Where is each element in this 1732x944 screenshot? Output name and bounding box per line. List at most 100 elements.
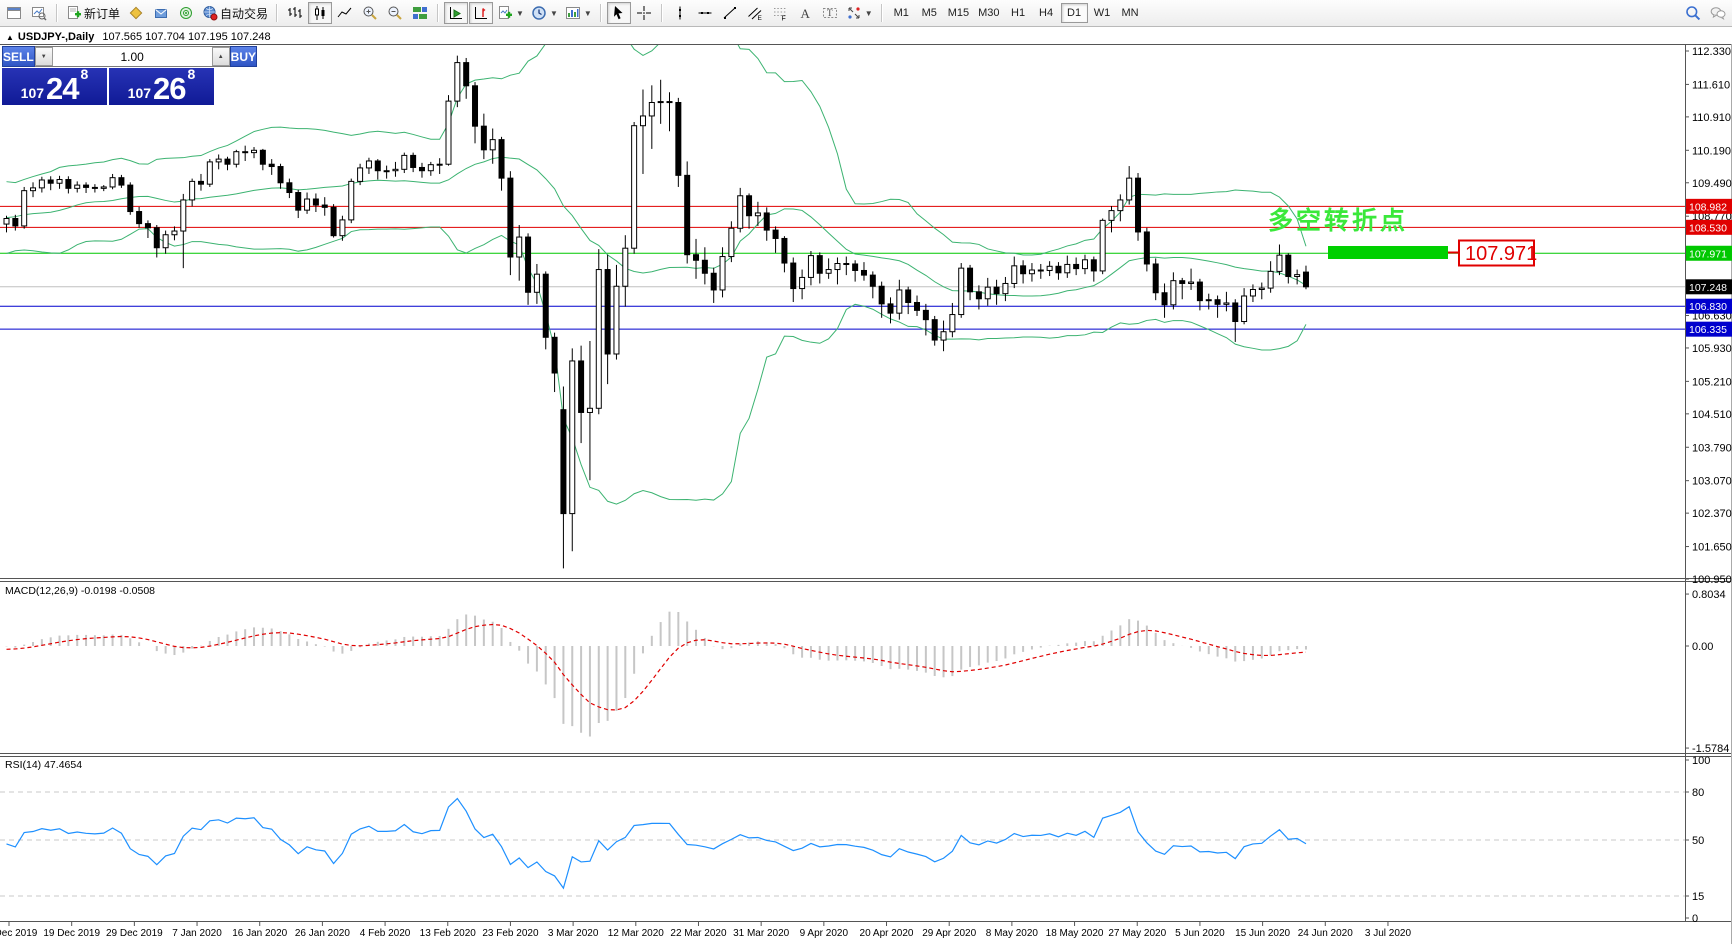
candle <box>586 407 593 413</box>
crosshair-icon[interactable] <box>632 2 656 24</box>
highlight-trend-segment[interactable] <box>1328 246 1448 259</box>
candle <box>242 151 249 154</box>
auto-scroll-icon[interactable] <box>444 2 469 24</box>
search-icon[interactable] <box>1681 2 1705 24</box>
annotation-text[interactable]: 多空转折点 <box>1268 206 1408 235</box>
sell-price-button[interactable]: 107 24 8 <box>2 67 107 106</box>
svg-text:26 Jan 2020: 26 Jan 2020 <box>295 928 350 939</box>
dropdown-caret-icon[interactable]: ▼ <box>516 9 524 18</box>
autotrading-button[interactable]: 自动交易 <box>199 2 271 24</box>
equidistant-channel-icon[interactable]: E <box>743 2 767 24</box>
timeframe-h1[interactable]: H1 <box>1005 3 1032 23</box>
sell-price-prefix: 107 <box>20 85 45 101</box>
zoom-out-icon[interactable] <box>383 2 407 24</box>
buy-price-button[interactable]: 107 26 8 <box>109 67 214 105</box>
vertical-line-icon[interactable] <box>668 2 692 24</box>
timeframe-d1[interactable]: D1 <box>1060 3 1088 23</box>
candle <box>498 139 505 179</box>
candle <box>1161 292 1168 306</box>
new-order-button[interactable]: 新订单 <box>63 2 123 24</box>
metaeditor-icon[interactable] <box>124 2 148 24</box>
svg-text:E: E <box>757 15 762 21</box>
symbol-collapse-icon[interactable]: ▲ <box>6 33 14 42</box>
svg-text:50: 50 <box>1692 835 1704 847</box>
volume-input[interactable] <box>52 47 212 66</box>
candle <box>781 237 788 264</box>
timeframe-m15[interactable]: M15 <box>944 3 973 23</box>
chart-profiles-icon[interactable]: ▼ <box>562 2 595 24</box>
candle <box>1205 299 1212 302</box>
market-watch-icon[interactable] <box>2 2 26 24</box>
arrows-icon[interactable]: ▼ <box>843 2 876 24</box>
candle <box>622 247 629 287</box>
candle <box>710 272 717 291</box>
time-axis[interactable]: 10 Dec 2019 19 Dec 2019 29 Dec 2019 7 Jan 2… <box>0 922 1411 939</box>
chart-shift-icon <box>473 5 489 21</box>
candle <box>569 360 576 515</box>
candle <box>1135 177 1142 233</box>
new-chart-icon[interactable]: ▼ <box>494 2 527 24</box>
svg-text:15 Jun 2020: 15 Jun 2020 <box>1235 928 1290 939</box>
horizontal-line-icon[interactable] <box>693 2 717 24</box>
candle <box>427 164 434 172</box>
candlestick-chart-icon[interactable] <box>308 2 333 24</box>
candle <box>1241 295 1248 323</box>
candle <box>1090 259 1097 272</box>
sell-button[interactable]: SELL <box>2 46 35 67</box>
trendline-icon[interactable] <box>718 2 742 24</box>
candle <box>843 263 850 266</box>
timeframe-m1[interactable]: M1 <box>888 3 915 23</box>
sell-price-big: 24 <box>46 71 79 106</box>
candle <box>445 100 452 165</box>
candle <box>12 218 19 227</box>
tile-windows-icon[interactable] <box>408 2 432 24</box>
chart-preview-icon[interactable] <box>27 2 51 24</box>
candle <box>259 149 266 165</box>
strategy-tester-icon[interactable] <box>174 2 198 24</box>
candle <box>984 286 991 300</box>
price-chart[interactable]: 112.330111.610110.910110.190109.490108.7… <box>0 44 1732 944</box>
svg-text:100.950: 100.950 <box>1692 574 1732 586</box>
timeframe-m30[interactable]: M30 <box>974 3 1003 23</box>
candle <box>525 236 532 293</box>
svg-text:103.070: 103.070 <box>1692 476 1732 488</box>
timeframe-h4[interactable]: H4 <box>1033 3 1060 23</box>
one-click-trading-panel: SELL ▼ ▲ BUY 107 24 8 107 26 8 <box>2 46 258 106</box>
volume-decrease-button[interactable]: ▼ <box>34 47 53 66</box>
svg-text:-1.5784: -1.5784 <box>1692 743 1729 755</box>
rsi-pane <box>0 791 1685 897</box>
community-icon[interactable] <box>1706 2 1730 24</box>
volume-increase-button[interactable]: ▲ <box>211 47 230 66</box>
cursor-icon <box>611 5 627 21</box>
text-label-icon[interactable]: T <box>818 2 842 24</box>
svg-text:5 Jun 2020: 5 Jun 2020 <box>1175 928 1225 939</box>
price-axis[interactable]: 112.330111.610110.910110.190109.490108.7… <box>1685 46 1732 586</box>
cursor-icon[interactable] <box>606 2 631 24</box>
candle <box>560 409 567 515</box>
buy-button[interactable]: BUY <box>229 46 258 67</box>
dropdown-caret-icon[interactable]: ▼ <box>550 9 558 18</box>
period-clock-icon[interactable]: ▼ <box>528 2 561 24</box>
dropdown-caret-icon[interactable]: ▼ <box>584 9 592 18</box>
chart-shift-icon[interactable] <box>469 2 494 24</box>
candle <box>3 218 10 225</box>
mailbox-icon[interactable] <box>149 2 173 24</box>
rsi-axis[interactable]: 100 80 50 15 0 <box>1685 755 1710 925</box>
dropdown-caret-icon[interactable]: ▼ <box>865 9 873 18</box>
svg-text:15: 15 <box>1692 891 1704 903</box>
macd-axis[interactable]: 0.8034 0.00 -1.5784 <box>1685 589 1729 755</box>
timeframe-w1[interactable]: W1 <box>1089 3 1116 23</box>
timeframe-m5[interactable]: M5 <box>916 3 943 23</box>
line-chart-icon[interactable] <box>333 2 357 24</box>
bar-chart-icon[interactable] <box>283 2 307 24</box>
text-icon[interactable]: A <box>793 2 817 24</box>
timeframe-mn[interactable]: MN <box>1117 3 1144 23</box>
candle <box>180 199 187 232</box>
candle <box>1099 219 1106 272</box>
candle <box>1046 265 1053 271</box>
svg-text:110.910: 110.910 <box>1692 112 1731 124</box>
fibonacci-icon[interactable]: F <box>768 2 792 24</box>
candle <box>339 219 346 237</box>
svg-text:112.330: 112.330 <box>1692 46 1731 58</box>
zoom-in-icon[interactable] <box>358 2 382 24</box>
